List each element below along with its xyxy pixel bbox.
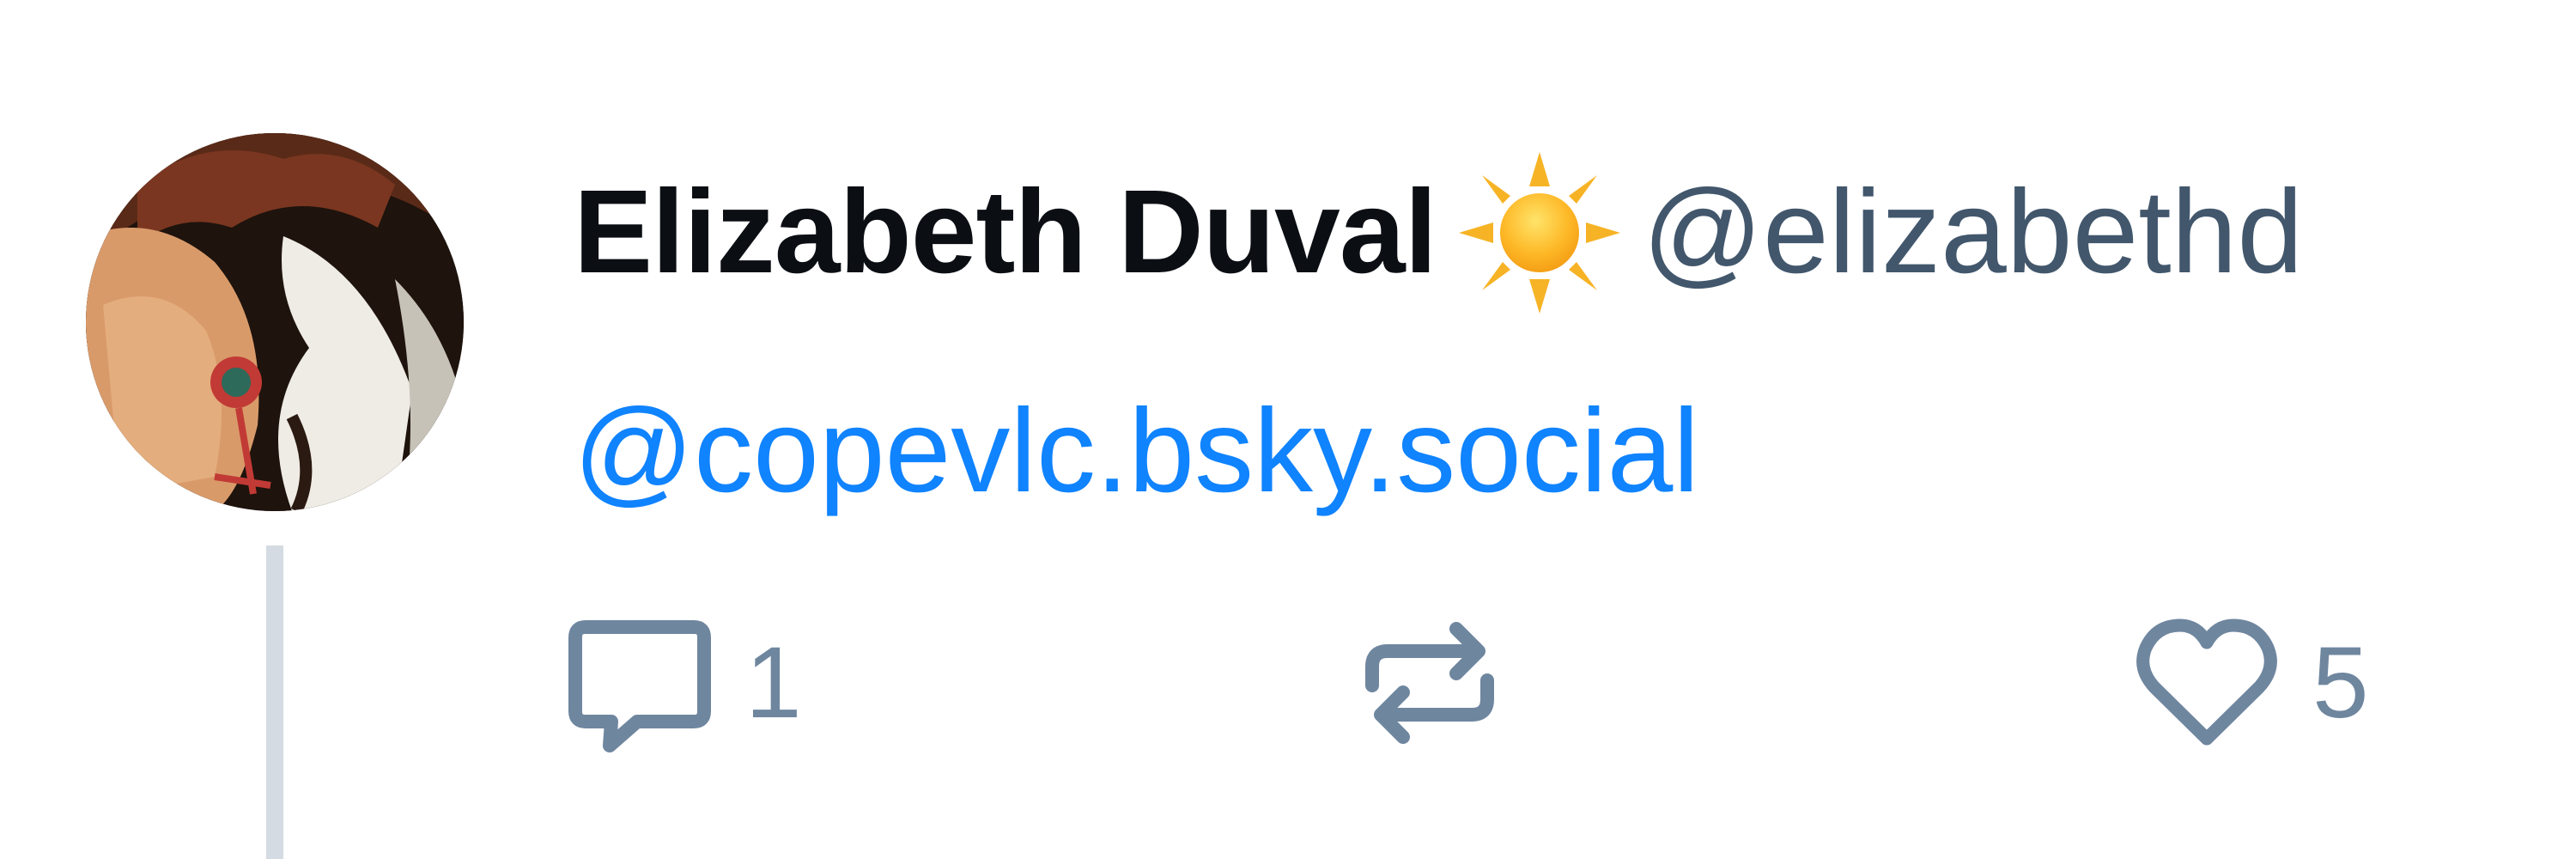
post-text: @copevlc.bsky.social <box>574 378 1699 524</box>
avatar-image <box>86 133 464 511</box>
like-count: 5 <box>2312 626 2369 740</box>
post-header: Elizabeth Duval @elizabethd <box>574 151 2303 319</box>
repost-icon <box>1357 610 1503 756</box>
repost-button[interactable] <box>1357 606 1535 760</box>
reply-button[interactable]: 1 <box>567 606 802 760</box>
post[interactable]: Elizabeth Duval @elizabethd @copevlc.bsk… <box>0 0 2576 859</box>
post-actions: 1 5 <box>567 606 2576 760</box>
like-icon <box>2134 610 2280 756</box>
mention-link[interactable]: @copevlc.bsky.social <box>574 385 1699 517</box>
thread-line <box>266 545 283 859</box>
reply-count: 1 <box>745 626 802 740</box>
sun-icon <box>1454 147 1625 319</box>
avatar[interactable] <box>86 133 464 511</box>
author-display-name[interactable]: Elizabeth Duval <box>574 166 1437 298</box>
like-button[interactable]: 5 <box>2134 606 2369 760</box>
author-handle[interactable]: @elizabethd <box>1643 166 2303 298</box>
reply-icon <box>567 610 713 756</box>
